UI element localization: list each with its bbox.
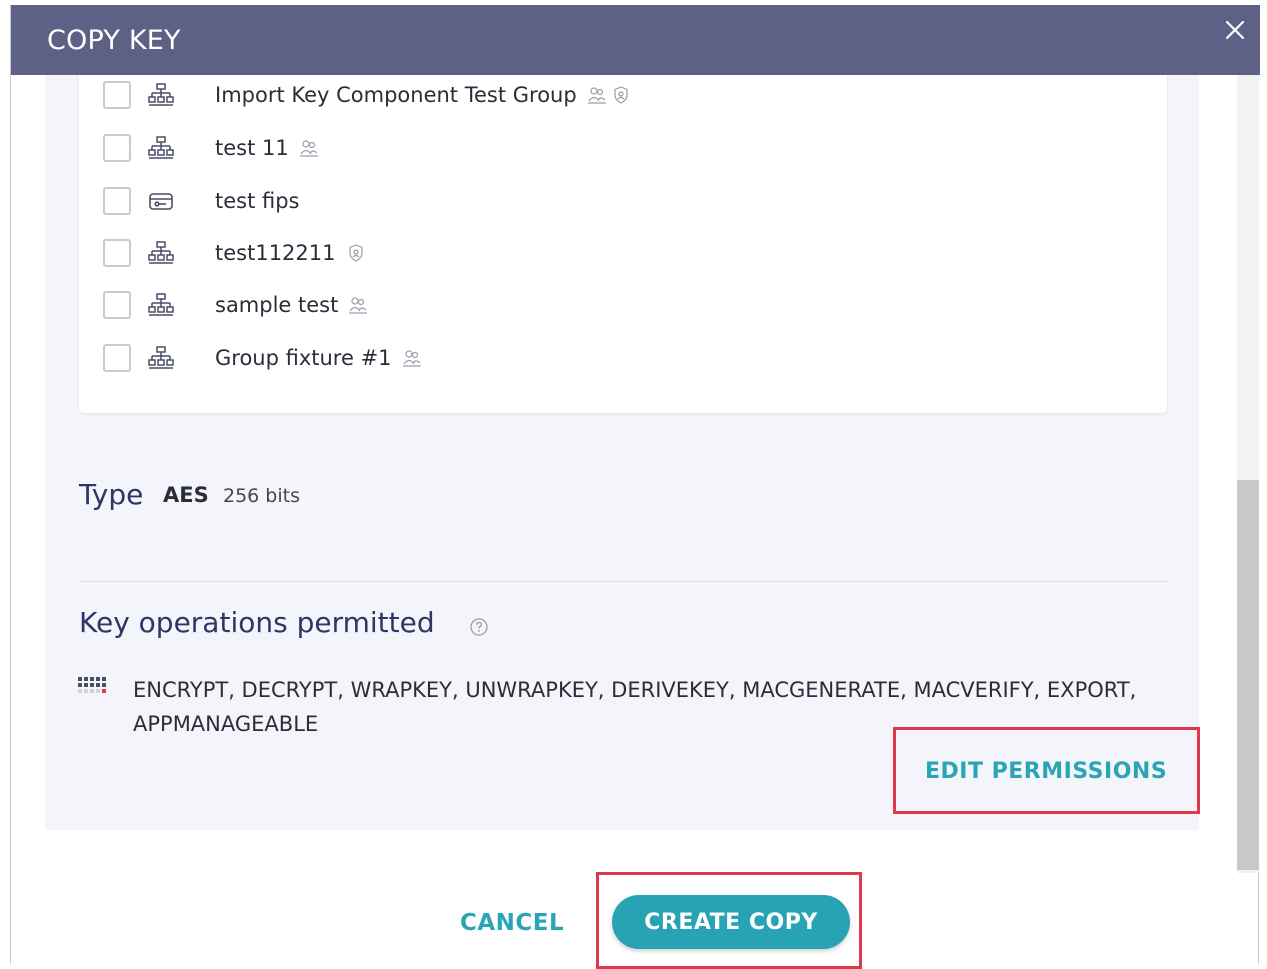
users-icon (348, 295, 368, 315)
create-copy-highlight (596, 872, 862, 969)
users-icon (299, 138, 319, 158)
list-item: test112211 (103, 236, 366, 270)
list-item: Import Key Component Test Group (103, 78, 631, 112)
group-label: test112211 (215, 241, 336, 265)
copy-key-dialog: COPY KEY Import Key Component Test Group (10, 5, 1260, 969)
group-hierarchy-icon (147, 81, 175, 109)
group-checkbox[interactable] (103, 291, 131, 319)
dialog-content: Import Key Component Test Group test 11 … (45, 75, 1199, 830)
cancel-button[interactable]: CANCEL (460, 910, 564, 936)
list-item: test 11 (103, 131, 319, 165)
type-heading: Type (79, 478, 144, 511)
section-divider (79, 581, 1167, 582)
group-list: Import Key Component Test Group test 11 … (79, 75, 1167, 413)
edit-permissions-highlight (893, 727, 1200, 814)
group-hierarchy-icon (147, 239, 175, 267)
group-label: test fips (215, 189, 300, 213)
group-checkbox[interactable] (103, 187, 131, 215)
list-item: test fips (103, 184, 300, 218)
users-icon (402, 348, 422, 368)
shield-icon (346, 243, 366, 263)
key-type-value: AES (163, 483, 209, 507)
close-icon[interactable] (1222, 17, 1248, 43)
group-checkbox[interactable] (103, 81, 131, 109)
dialog-title: COPY KEY (47, 25, 181, 56)
key-size-value: 256 bits (223, 485, 300, 507)
group-hierarchy-icon (147, 344, 175, 372)
group-checkbox[interactable] (103, 239, 131, 267)
operations-grid-icon (78, 677, 106, 693)
shield-icon (611, 85, 631, 105)
help-icon[interactable] (469, 617, 489, 637)
group-checkbox[interactable] (103, 134, 131, 162)
users-icon (587, 85, 607, 105)
scrollbar[interactable] (1237, 75, 1259, 873)
group-hierarchy-icon (147, 291, 175, 319)
group-label: Group fixture #1 (215, 346, 392, 370)
group-label: sample test (215, 293, 339, 317)
group-label: Import Key Component Test Group (215, 83, 577, 107)
group-checkbox[interactable] (103, 344, 131, 372)
scrollbar-thumb[interactable] (1237, 480, 1259, 870)
hsm-key-icon (147, 187, 175, 215)
list-item: sample test (103, 288, 368, 322)
group-hierarchy-icon (147, 134, 175, 162)
group-label: test 11 (215, 136, 289, 160)
list-item: Group fixture #1 (103, 341, 422, 375)
dialog-titlebar: COPY KEY (11, 5, 1260, 75)
operations-heading: Key operations permitted (79, 606, 435, 639)
